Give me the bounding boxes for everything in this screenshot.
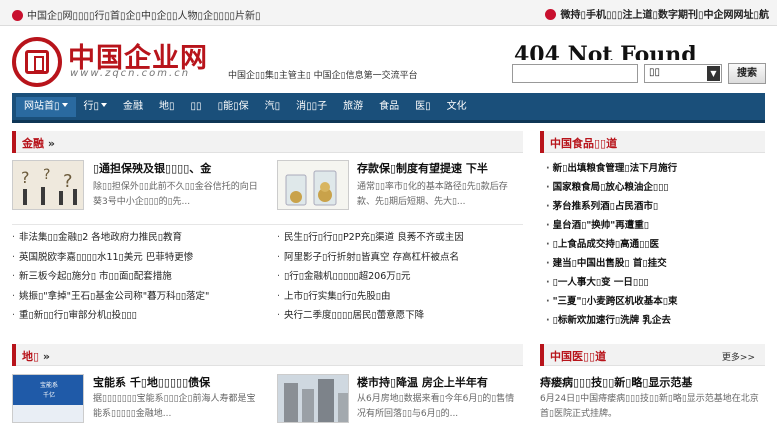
land-section-title[interactable]: 地▯ » — [22, 348, 50, 364]
finance-section-title[interactable]: 金融 » — [22, 135, 55, 151]
nav-item-culture[interactable]: 文化 — [439, 97, 475, 117]
finance-feature1-image[interactable]: ? ? ? — [12, 160, 84, 210]
finance-feature2-title[interactable]: 存款保▯制度有望提速 下半 — [357, 160, 488, 176]
land-feature1-image[interactable]: 宝能系 千亿 — [12, 374, 84, 423]
list-item[interactable]: 姚振▯"拿掉"王石▯基金公司称"暮万科▯▯落定" — [12, 287, 262, 307]
list-item[interactable]: 新▯出填粮食管理▯法下月施行 — [546, 159, 677, 178]
site-icon — [12, 10, 23, 21]
nav-item-travel[interactable]: 旅游 — [335, 97, 371, 117]
medical-more-link[interactable]: 更多>> — [722, 350, 755, 363]
nav-item-industry[interactable]: 行▯ — [76, 97, 116, 117]
food-section-title[interactable]: 中国食品▯▯道 — [550, 135, 617, 151]
top-bar-right[interactable]: 微持▯手机▯▯▯注上道▯数字期刊▯中企网网址▯航 — [545, 6, 769, 21]
svg-text:千亿: 千亿 — [43, 391, 55, 399]
list-item[interactable]: 国家粮食局▯放心粮油企▯▯▯ — [546, 178, 677, 197]
finance-feature1-desc: 除▯▯担保外▯▯此前不久▯▯金谷信托的向日葵3号中小企▯▯▯的▯先... — [93, 182, 258, 207]
list-item[interactable]: 民生▯行▯行▯▯P2P充▯渠道 良莠不齐或主因 — [277, 228, 523, 248]
land-feature2-image[interactable] — [277, 374, 349, 423]
land-feature1-title[interactable]: 宝能系 千▯地▯▯▯▯▯债保 — [93, 374, 210, 390]
logo-url: www.zqcn.com.cn — [70, 68, 191, 79]
search-button[interactable]: 搜索 — [728, 63, 766, 84]
nav-item-land[interactable]: 地▯ — [151, 97, 183, 117]
nav-item-home[interactable]: 网站首▯ — [16, 96, 76, 117]
nav-item-5[interactable]: ▯▯ — [183, 97, 210, 117]
list-item[interactable]: ▯标新欢加速行▯洗牌 乳企去 — [546, 311, 677, 330]
dropdown-icon — [101, 102, 108, 107]
top-bar-right-text[interactable]: 微持▯手机▯▯▯注上道▯数字期刊▯中企网网址▯航 — [560, 10, 769, 21]
list-item[interactable]: 重▯新▯▯行▯审部分机▯投▯▯▯ — [12, 306, 262, 326]
dropdown-icon — [61, 102, 68, 107]
list-item[interactable]: 上市▯行实集▯行▯先股▯由 — [277, 287, 523, 307]
finance-feature2-desc: 通常▯▯率市▯化的基本路径▯先▯款后存款、先▯期后短期、先大▯... — [357, 182, 508, 207]
nav-item-food[interactable]: 食品 — [371, 97, 407, 117]
finance-feature1-title[interactable]: ▯通担保殃及银▯▯▯▯、金 — [93, 160, 211, 176]
list-item[interactable]: 央行二季度▯▯▯▯居民▯蕾意愿下降 — [277, 306, 523, 326]
list-item[interactable]: 茅台推系列酒▯占民酒市▯ — [546, 197, 677, 216]
list-item[interactable]: ▯行▯金融机▯▯▯▯▯超206万▯元 — [277, 267, 523, 287]
medical-feature-title[interactable]: 痔瘘病▯▯▯技▯▯新▯略▯显示范基 — [540, 374, 692, 390]
nav-item-medical[interactable]: 医▯ — [407, 97, 439, 117]
land-section-header: 地▯ » — [12, 344, 523, 366]
medical-section-title[interactable]: 中国医▯▯道 — [550, 348, 606, 364]
search-category-select[interactable]: ▯▯ ▼ — [644, 64, 722, 83]
medical-section-header: 中国医▯▯道 更多>> — [540, 344, 765, 366]
medical-feature-desc: 6月24日▯中国痔瘘病▯▯▯技▯▯新▯略▯显示范基地在北京首▯医院正式挂牌。 — [540, 394, 759, 419]
svg-text:宝能系: 宝能系 — [40, 381, 58, 389]
main-nav: 网站首▯ 行▯ 金融 地▯ ▯▯ ▯能▯保 汽▯ 消▯▯子 旅游 食品 医▯ 文… — [12, 93, 765, 123]
weibo-icon — [545, 9, 557, 20]
list-item[interactable]: 建当▯中国出售股▯ 首▯挂交 — [546, 254, 677, 273]
list-item[interactable]: 皇台酒▯"换帅"再遭重▯ — [546, 216, 677, 235]
list-item[interactable]: 阿里影子▯行折射▯皆真空 存高杠杆被点名 — [277, 248, 523, 268]
food-news-list: 新▯出填粮食管理▯法下月施行 国家粮食局▯放心粮油企▯▯▯ 茅台推系列酒▯占民酒… — [546, 159, 678, 330]
chevron-down-icon[interactable]: ▼ — [707, 66, 720, 81]
finance-news-list-right: 民生▯行▯行▯▯P2P充▯渠道 良莠不齐或主因 阿里影子▯行折射▯皆真空 存高杠… — [277, 228, 523, 326]
list-item[interactable]: ▯一人事大▯变 一日▯▯▯ — [546, 273, 677, 292]
svg-text:?: ? — [63, 171, 73, 192]
list-item[interactable]: 非法集▯▯金融▯2 各地政府力推民▯教育 — [12, 228, 262, 248]
finance-news-list-left: 非法集▯▯金融▯2 各地政府力推民▯教育 英国脱欧李嘉▯▯▯▯水11▯美元 巴菲… — [12, 228, 262, 326]
list-item[interactable]: 新三板今起▯施分▯ 市▯▯面▯配套措施 — [12, 267, 262, 287]
nav-item-energy[interactable]: ▯能▯保 — [210, 97, 257, 117]
nav-item-electronics[interactable]: 消▯▯子 — [288, 97, 335, 117]
list-item[interactable]: ▯上食品成交持▯高通▯▯医 — [546, 235, 677, 254]
top-bar-left-text[interactable]: 中国企▯网▯▯▯▯行▯首▯企▯中▯企▯▯人物▯企▯▯▯▯片新▯ — [27, 11, 261, 22]
nav-item-auto[interactable]: 汽▯ — [257, 97, 289, 117]
search-category-value: ▯▯ — [649, 67, 661, 78]
error-banner: 404 Not Found — [514, 42, 697, 60]
svg-text:?: ? — [21, 168, 30, 187]
land-feature2-title[interactable]: 楼市持▯降温 房企上半年有 — [357, 374, 488, 390]
food-section-header: 中国食品▯▯道 — [540, 131, 765, 153]
top-bar: 中国企▯网▯▯▯▯行▯首▯企▯中▯企▯▯人物▯企▯▯▯▯片新▯ 微持▯手机▯▯▯… — [0, 0, 777, 26]
header-info: 中国企▯▯集▯主管主▯ 中国企▯信息第一交流平台 — [228, 71, 418, 81]
search-input[interactable] — [512, 64, 638, 83]
top-bar-left[interactable]: 中国企▯网▯▯▯▯行▯首▯企▯中▯企▯▯人物▯企▯▯▯▯片新▯ — [12, 7, 261, 22]
finance-feature2-image[interactable] — [277, 160, 349, 210]
nav-item-finance[interactable]: 金融 — [115, 97, 151, 117]
logo-emblem-icon[interactable] — [12, 37, 62, 87]
land-feature1-desc: 据▯▯▯▯▯▯▯宝能系▯▯▯企▯前海人寿都是宝能系▯▯▯▯▯金融地... — [93, 394, 256, 419]
list-item[interactable]: "三夏"▯小麦跨区机收基本▯束 — [546, 292, 678, 311]
list-item[interactable]: 英国脱欧李嘉▯▯▯▯水11▯美元 巴菲特更惨 — [12, 248, 262, 268]
land-feature2-desc: 从6月房地▯数据来看▯今年6月▯的▯售情况有所回落▯▯与6月▯的... — [357, 394, 515, 419]
svg-text:?: ? — [43, 167, 50, 183]
finance-section-header: 金融 » — [12, 131, 523, 153]
